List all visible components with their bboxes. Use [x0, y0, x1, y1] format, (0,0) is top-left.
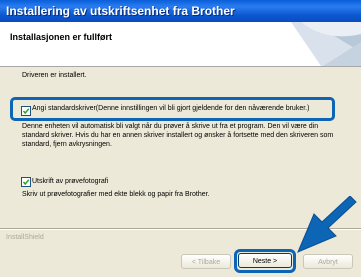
next-button[interactable]: Neste >: [238, 253, 292, 268]
driver-installed-text: Driveren er installert.: [22, 72, 87, 79]
title-bar: Installering av utskriftsenhet fra Broth…: [0, 0, 361, 22]
test-print-label[interactable]: Utskrift av prøvefotografi: [32, 177, 108, 186]
wizard-header: Installasjonen er fullført: [0, 22, 361, 67]
default-printer-label[interactable]: Angi standardskriver(Denne innstillingen…: [32, 104, 330, 113]
back-button[interactable]: < Tilbake: [181, 254, 231, 269]
header-title: Installasjonen er fullført: [10, 32, 113, 42]
checkmark-icon: [22, 179, 30, 186]
default-printer-checkbox[interactable]: [21, 106, 31, 116]
pointer-arrow-icon: [297, 196, 357, 253]
checkmark-icon: [22, 108, 30, 115]
test-print-checkbox[interactable]: [21, 177, 31, 187]
installshield-label: InstallShield: [6, 234, 44, 241]
default-printer-description: Denne enheten vil automatisk bli valgt n…: [22, 123, 334, 148]
header-graphic: [291, 22, 361, 66]
window-title: Installering av utskriftsenhet fra Broth…: [6, 4, 235, 18]
